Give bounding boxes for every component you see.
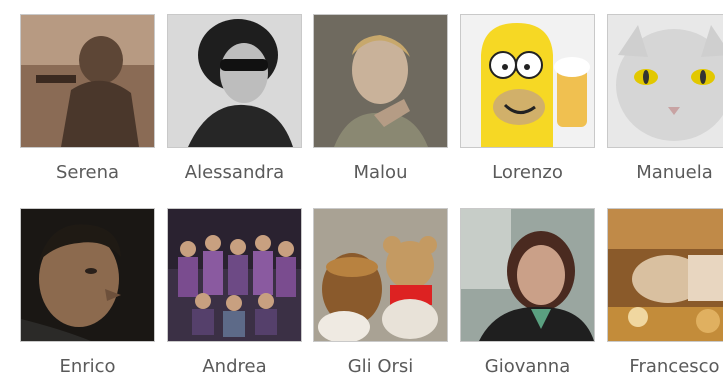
gli-orsi-photo[interactable] [313, 208, 448, 342]
person-photo-woman [314, 15, 447, 147]
person-photo-sepia [21, 15, 154, 147]
friend-name[interactable]: Manuela [597, 162, 723, 183]
enrico-photo[interactable] [20, 208, 155, 342]
person-photo-sunglasses [168, 15, 301, 147]
friend-name[interactable]: Giovanna [450, 356, 605, 377]
serena-photo[interactable] [20, 14, 155, 148]
friend-name[interactable]: Gli Orsi [303, 356, 458, 377]
alessandra-photo[interactable] [167, 14, 302, 148]
francesco-photo[interactable] [607, 208, 723, 342]
friend-name[interactable]: Alessandra [157, 162, 312, 183]
cartoon-character-image [461, 15, 594, 147]
restaurant-scene-image [608, 209, 723, 341]
giovanna-photo[interactable] [460, 208, 595, 342]
friends-grid: Serena Alessandra Malou Lorenzo Manuela … [0, 0, 723, 377]
group-photo [168, 209, 301, 341]
manuela-photo[interactable] [607, 14, 723, 148]
malou-photo[interactable] [313, 14, 448, 148]
person-photo-woman-outdoors [461, 209, 594, 341]
friend-name[interactable]: Andrea [157, 356, 312, 377]
friend-name[interactable]: Enrico [10, 356, 165, 377]
lorenzo-photo[interactable] [460, 14, 595, 148]
andrea-photo[interactable] [167, 208, 302, 342]
friend-name[interactable]: Francesco [597, 356, 723, 377]
friend-name[interactable]: Serena [10, 162, 165, 183]
friend-name[interactable]: Lorenzo [450, 162, 605, 183]
friend-name[interactable]: Malou [303, 162, 458, 183]
teddy-bears-image [314, 209, 447, 341]
person-photo-man [21, 209, 154, 341]
white-cat-image [608, 15, 723, 147]
